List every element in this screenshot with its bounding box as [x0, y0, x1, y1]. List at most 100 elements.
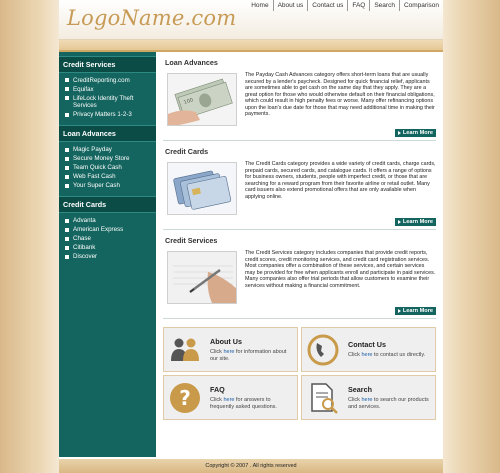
sidebar-item-citibank[interactable]: Citibank	[59, 243, 156, 252]
section-credit-services: Credit Services The Credit Services cate…	[163, 234, 436, 319]
sidebar-item-secure-money-store[interactable]: Secure Money Store	[59, 154, 156, 163]
bullet-icon	[65, 254, 69, 259]
box-text: Click here to contact us directly.	[348, 352, 425, 359]
sidebar-item-label: LifeLock Identity Theft Services	[73, 94, 134, 110]
box-content: Search Click here to search our products…	[348, 385, 431, 410]
sidebar-item-label: Chase	[73, 235, 91, 243]
arrow-right-icon	[397, 309, 401, 313]
here-link[interactable]: here	[361, 352, 372, 358]
section-body: The Credit Cards category provides a wid…	[163, 160, 436, 215]
bullet-icon	[65, 236, 69, 241]
learn-more-label: Learn More	[402, 219, 433, 225]
svg-text:?: ?	[179, 386, 191, 410]
sidebar-item-label: Secure Money Store	[73, 155, 130, 163]
sidebar-item-chase[interactable]: Chase	[59, 234, 156, 243]
sidebar-item-label: Your Super Cash	[73, 182, 120, 190]
sidebar-item-creditreporting[interactable]: CreditReporting.com	[59, 76, 156, 85]
box-text-post: to contact us directly.	[372, 352, 426, 359]
box-content: FAQ Click here for answers to frequently…	[210, 385, 293, 410]
logo[interactable]: LogoName.com	[67, 6, 236, 30]
sidebar-heading-credit-cards: Credit Cards	[59, 196, 156, 214]
learn-more-label: Learn More	[402, 130, 433, 136]
section-title: Loan Advances	[165, 58, 218, 67]
bullet-icon	[65, 147, 69, 152]
box-text: Click here to search our products and se…	[348, 397, 431, 410]
nav-home[interactable]: Home	[247, 0, 272, 11]
here-link[interactable]: here	[361, 397, 372, 403]
sidebar-item-label: Magic Payday	[73, 146, 112, 154]
nav-comparison[interactable]: Comparison	[398, 0, 443, 11]
nav-contact-us[interactable]: Contact us	[307, 0, 347, 11]
page: LogoName.com Home About us Contact us FA…	[59, 0, 443, 473]
sidebar-item-web-fast-cash[interactable]: Web Fast Cash	[59, 172, 156, 181]
sidebar-heading-credit-services: Credit Services	[59, 56, 156, 73]
learn-more-button[interactable]: Learn More	[394, 218, 436, 226]
sidebar-item-lifelock[interactable]: LifeLock Identity Theft Services	[59, 94, 156, 110]
arrow-right-icon	[397, 131, 401, 135]
box-content: About Us Click here for information abou…	[210, 337, 293, 362]
section-text: The Credit Services category includes co…	[245, 250, 436, 289]
section-title: Credit Cards	[165, 147, 209, 156]
learn-more-button[interactable]: Learn More	[394, 307, 436, 315]
box-text-pre: Click	[210, 396, 224, 403]
sidebar-list: Magic Payday Secure Money Store Team Qui…	[59, 142, 156, 192]
box-title: Search	[348, 384, 372, 394]
nav-search[interactable]: Search	[369, 0, 399, 11]
nav-about-us[interactable]: About us	[272, 0, 308, 11]
box-title: Contact Us	[348, 340, 386, 350]
people-icon	[168, 333, 202, 367]
sidebar-item-label: Discover	[73, 253, 98, 261]
sidebar-list: Advanta American Express Chase Citibank …	[59, 213, 156, 263]
sidebar-item-label: Equifax	[73, 85, 94, 93]
main-content: Loan Advances 100 The Payday Cash Advanc…	[156, 52, 443, 457]
bullet-icon	[65, 174, 69, 179]
box-contact-us: Contact Us Click here to contact us dire…	[301, 327, 436, 372]
section-text: The Credit Cards category provides a wid…	[245, 161, 436, 200]
bullet-icon	[65, 245, 69, 250]
layout: Credit Services CreditReporting.com Equi…	[59, 52, 443, 457]
sidebar-item-american-express[interactable]: American Express	[59, 225, 156, 234]
sidebar-item-label: CreditReporting.com	[73, 76, 130, 84]
sidebar-item-privacy-matters[interactable]: Privacy Matters 1-2-3	[59, 110, 156, 119]
sidebar-item-your-super-cash[interactable]: Your Super Cash	[59, 181, 156, 190]
sidebar-item-label: Advanta	[73, 217, 96, 225]
info-boxes: About Us Click here for information abou…	[163, 327, 436, 420]
box-text: Click here for answers to frequently ask…	[210, 397, 293, 410]
sidebar-item-equifax[interactable]: Equifax	[59, 85, 156, 94]
sidebar-list: CreditReporting.com Equifax LifeLock Ide…	[59, 73, 156, 121]
sidebar-item-advanta[interactable]: Advanta	[59, 216, 156, 225]
section-credit-cards: Credit Cards The Credit Cards category p…	[163, 145, 436, 230]
sidebar: Credit Services CreditReporting.com Equi…	[59, 52, 156, 457]
bullet-icon	[65, 96, 69, 101]
nav-faq[interactable]: FAQ	[347, 0, 369, 11]
learn-more-row: Learn More	[163, 129, 436, 137]
phone-icon	[306, 333, 340, 367]
question-icon: ?	[168, 381, 202, 415]
here-link[interactable]: here	[223, 397, 234, 403]
bullet-icon	[65, 227, 69, 232]
sidebar-item-label: Web Fast Cash	[73, 173, 116, 181]
bullet-icon	[65, 78, 69, 83]
sidebar-heading-loan-advances: Loan Advances	[59, 125, 156, 143]
box-about-us: About Us Click here for information abou…	[163, 327, 298, 372]
box-search: Search Click here to search our products…	[301, 375, 436, 420]
here-link[interactable]: here	[223, 349, 234, 355]
sidebar-item-label: Privacy Matters 1-2-3	[73, 111, 132, 119]
sidebar-item-discover[interactable]: Discover	[59, 252, 156, 261]
section-body: The Credit Services category includes co…	[163, 249, 436, 304]
box-text-pre: Click	[348, 396, 362, 403]
section-loan-advances: Loan Advances 100 The Payday Cash Advanc…	[163, 56, 436, 141]
sidebar-item-team-quick-cash[interactable]: Team Quick Cash	[59, 163, 156, 172]
box-text-pre: Click	[348, 352, 362, 359]
sidebar-item-label: Citibank	[73, 244, 96, 252]
pen-signing-image	[167, 251, 237, 304]
bullet-icon	[65, 156, 69, 161]
box-text-pre: Click	[210, 348, 224, 355]
logo-domain: .com	[184, 6, 237, 30]
bullet-icon	[65, 87, 69, 92]
box-text: Click here for information about our sit…	[210, 349, 293, 362]
credit-cards-image	[167, 162, 237, 215]
section-title: Credit Services	[165, 236, 218, 245]
sidebar-item-magic-payday[interactable]: Magic Payday	[59, 145, 156, 154]
learn-more-button[interactable]: Learn More	[394, 129, 436, 137]
